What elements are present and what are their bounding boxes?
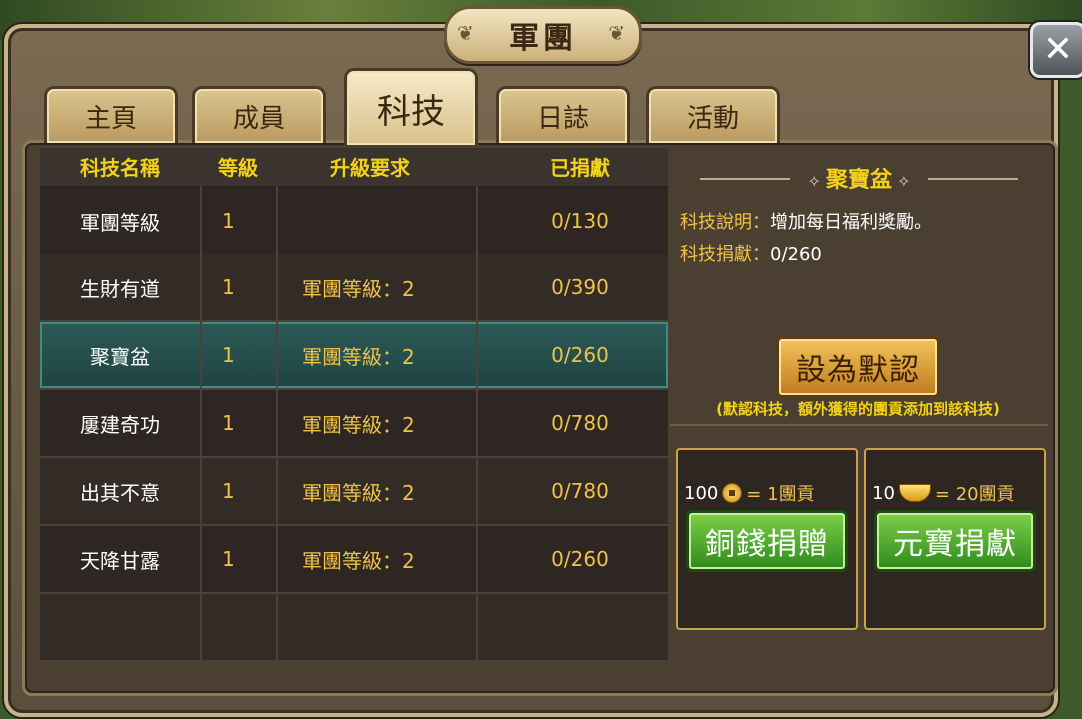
tech-name: 軍團等級	[80, 210, 160, 235]
tech-donated: 0/780	[551, 411, 609, 435]
table-row[interactable]: 出其不意 1 軍團等級：2 0/780	[40, 458, 668, 526]
close-button[interactable]: ✕	[1030, 22, 1082, 78]
detail-description: 科技說明：增加每日福利獎勵。	[680, 212, 932, 233]
tech-level: 1	[222, 479, 235, 503]
copper-donation-box: 100 = 1團貢 銅錢捐贈	[676, 448, 858, 630]
tab-log[interactable]: 日誌	[496, 86, 630, 143]
column-divider	[476, 186, 478, 660]
gold-donate-button[interactable]: 元寶捐獻	[874, 510, 1036, 572]
tech-level: 1	[222, 343, 235, 367]
set-default-button[interactable]: 設為默認	[776, 336, 940, 398]
window-title: 軍團	[509, 21, 577, 56]
table-row[interactable]: 軍團等級 1 0/130	[40, 188, 668, 256]
header-level: 等級	[218, 156, 258, 180]
default-hint: (默認科技，額外獲得的團貢添加到該科技)	[716, 400, 1000, 418]
tech-level: 1	[222, 411, 235, 435]
column-divider	[276, 186, 278, 660]
gold-rate: 10 = 20團貢	[872, 482, 1015, 506]
close-icon: ✕	[1042, 29, 1074, 70]
gold-donation-box: 10 = 20團貢 元寶捐獻	[864, 448, 1046, 630]
tech-requirement: 軍團等級：2	[302, 412, 415, 437]
tech-requirement: 軍團等級：2	[302, 480, 415, 505]
tech-level: 1	[222, 547, 235, 571]
copper-coin-icon	[722, 483, 743, 503]
window-title-plate: ❦ 軍團 ❦	[444, 6, 642, 64]
header-requirement: 升級要求	[330, 156, 410, 180]
tech-donated: 0/130	[551, 209, 609, 233]
tab-members[interactable]: 成員	[192, 86, 326, 143]
header-donated: 已捐獻	[550, 156, 610, 180]
copper-rate: 100 = 1團貢	[684, 482, 815, 506]
tech-table: 科技名稱 等級 升級要求 已捐獻 軍團等級 1 0/130 生財有道 1 軍團等…	[40, 148, 668, 660]
tech-donated: 0/260	[551, 343, 609, 367]
detail-title: ✧ 聚寶盆 ✧	[807, 168, 911, 193]
table-row[interactable]: 生財有道 1 軍團等級：2 0/390	[40, 254, 668, 322]
detail-donation: 科技捐獻：0/260	[680, 244, 822, 265]
table-row[interactable]: 天降甘露 1 軍團等級：2 0/260	[40, 526, 668, 594]
tech-name: 屢建奇功	[80, 412, 160, 437]
column-divider	[200, 186, 202, 660]
left-scroll-ornament-icon: ❦	[457, 21, 478, 45]
right-scroll-ornament-icon: ❦	[608, 21, 629, 45]
tech-donated: 0/390	[551, 275, 609, 299]
header-name: 科技名稱	[80, 156, 160, 180]
tech-requirement: 軍團等級：2	[302, 344, 415, 369]
tech-name: 出其不意	[80, 480, 160, 505]
tab-home[interactable]: 主頁	[44, 86, 178, 143]
tech-requirement: 軍團等級：2	[302, 548, 415, 573]
right-flourish-icon: ✧	[892, 172, 911, 191]
left-flourish-icon: ✧	[807, 172, 826, 191]
gold-ingot-icon	[898, 484, 931, 502]
table-row[interactable]: 屢建奇功 1 軍團等級：2 0/780	[40, 390, 668, 458]
tech-level: 1	[222, 275, 235, 299]
copper-donate-button[interactable]: 銅錢捐贈	[686, 510, 848, 572]
tech-requirement: 軍團等級：2	[302, 276, 415, 301]
tab-technology[interactable]: 科技	[344, 68, 478, 145]
tab-events[interactable]: 活動	[646, 86, 780, 143]
tech-level: 1	[222, 209, 235, 233]
tech-donated: 0/260	[551, 547, 609, 571]
table-header: 科技名稱 等級 升級要求 已捐獻	[40, 148, 668, 186]
table-row-selected[interactable]: 聚寶盆 1 軍團等級：2 0/260	[40, 322, 668, 390]
tech-name: 天降甘露	[80, 548, 160, 573]
tech-name: 生財有道	[80, 276, 160, 301]
table-row-empty	[40, 594, 668, 660]
tech-donated: 0/780	[551, 479, 609, 503]
divider	[670, 424, 1048, 426]
tech-name: 聚寶盆	[90, 344, 150, 369]
tech-requirement	[302, 188, 482, 254]
